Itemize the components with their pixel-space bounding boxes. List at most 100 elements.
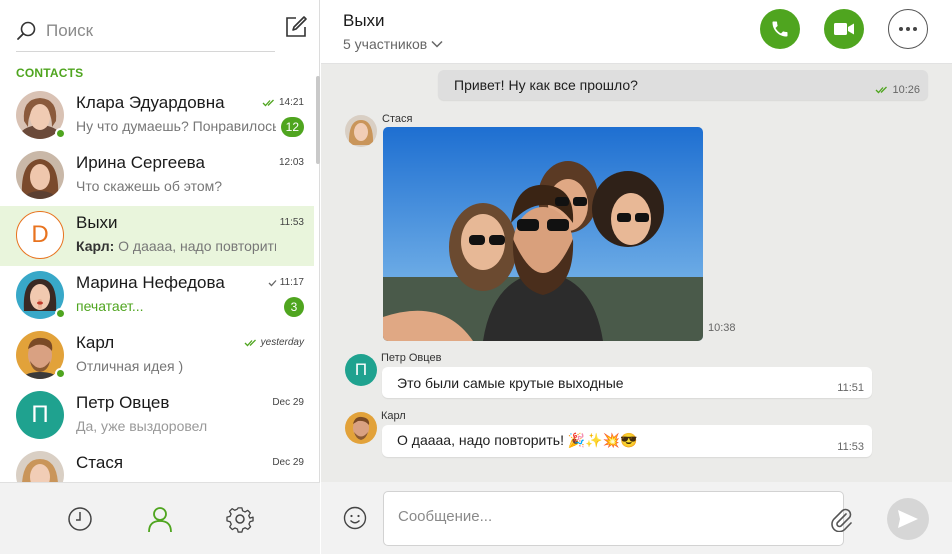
chat-list-sidebar: CONTACTS Клара Эдуардовна 14:21 Ну что д… [0, 0, 320, 554]
message-field [383, 491, 852, 546]
preview-text: О даааа, надо повторить! [118, 238, 276, 254]
chat-time: 12:03 [279, 157, 304, 168]
online-indicator [55, 128, 66, 139]
chat-preview: Что скажешь об этом? [76, 178, 223, 194]
message-input[interactable] [398, 508, 798, 525]
incoming-message: Это были самые крутые выходные 11:51 [382, 367, 872, 398]
more-options-button[interactable] [888, 9, 928, 49]
message-time: 10:38 [708, 322, 736, 334]
unread-badge: 12 [280, 117, 304, 137]
avatar-letter: П [16, 391, 64, 439]
chat-time-text: 12:03 [278, 157, 304, 168]
chat-time-text: yesterday [260, 337, 304, 348]
clock-icon[interactable] [66, 505, 94, 533]
avatar: D [16, 211, 64, 259]
chat-time-text: 14:21 [278, 97, 304, 108]
search-icon [17, 21, 36, 40]
avatar [16, 451, 64, 482]
chat-time-text: 11:53 [279, 217, 304, 228]
chat-header: Выхи 5 участников [321, 0, 952, 64]
video-camera-icon [834, 23, 854, 35]
read-check-icon [244, 339, 256, 346]
chat-name: Клара Эдуардовна [76, 93, 225, 112]
avatar-letter: D [16, 211, 64, 259]
chat-item[interactable]: Стася Dec 29 [0, 446, 314, 482]
message-text: Привет! Ну как все прошло? [454, 77, 638, 93]
avatar [16, 151, 64, 199]
chat-time-text: Dec 29 [272, 397, 304, 408]
message-text: Это были самые крутые выходные [397, 375, 624, 391]
chat-preview: Отличная идея ) [76, 358, 184, 374]
avatar [345, 115, 377, 147]
video-call-button[interactable] [824, 9, 864, 49]
chat-item-active[interactable]: D Выхи 11:53 Карл: О даааа, надо повтори… [0, 206, 314, 266]
chat-time: 11:17 [268, 277, 304, 288]
chat-time-text: Dec 29 [272, 457, 304, 468]
contacts-icon[interactable] [146, 505, 174, 533]
section-label: CONTACTS [16, 66, 84, 80]
chat-preview: Карл: О даааа, надо повторить! [76, 238, 276, 254]
avatar-letter: П [345, 354, 377, 386]
chat-time: 14:21 [262, 97, 304, 108]
phone-icon [772, 21, 788, 37]
chat-name: Выхи [76, 213, 118, 232]
chat-name: Марина Нефедова [76, 273, 225, 292]
message-area[interactable]: Привет! Ну как все прошло? 10:26 Стася 1… [321, 64, 952, 482]
chat-item[interactable]: П Петр Овцев Dec 29 Да, уже выздоровел [0, 386, 314, 446]
bottom-nav [0, 482, 320, 554]
message-composer [321, 482, 952, 554]
avatar [16, 271, 66, 319]
chat-preview-typing: печатает... [76, 298, 144, 314]
chat-item[interactable]: Клара Эдуардовна 14:21 Ну что думаешь? П… [0, 86, 314, 146]
photo-message[interactable] [383, 127, 703, 341]
emoji-icon[interactable] [343, 506, 367, 530]
chat-time: Dec 29 [272, 397, 304, 408]
settings-icon[interactable] [226, 505, 254, 533]
sent-check-icon [268, 279, 277, 286]
chat-title: Выхи [343, 11, 385, 30]
chat-time: Dec 29 [272, 457, 304, 468]
chat-item[interactable]: Ирина Сергеева 12:03 Что скажешь об этом… [0, 146, 314, 206]
voice-call-button[interactable] [760, 9, 800, 49]
paperclip-icon[interactable] [828, 506, 854, 532]
message-sender: Петр Овцев [381, 352, 442, 364]
chat-item[interactable]: Карл yesterday Отличная идея ) [0, 326, 314, 386]
avatar: П [16, 391, 64, 439]
message-sender: Стася [382, 113, 413, 125]
participants-count: 5 участников [343, 36, 428, 52]
sidebar-scrollbar[interactable] [316, 76, 320, 164]
chat-name: Ирина Сергеева [76, 153, 205, 172]
avatar [16, 331, 66, 379]
read-check-icon [876, 86, 888, 94]
chevron-down-icon [431, 40, 443, 48]
message-time: 11:51 [837, 382, 864, 394]
chat-time: 11:53 [280, 217, 304, 228]
chat-item[interactable]: Марина Нефедова 11:17 печатает... 3 [0, 266, 314, 326]
chat-name: Карл [76, 333, 115, 352]
avatar [345, 412, 377, 444]
read-check-icon [262, 99, 274, 106]
message-text: О даааа, надо повторить! 🎉✨💥😎 [397, 432, 638, 448]
search-bar [16, 10, 275, 52]
participants-dropdown[interactable]: 5 участников [343, 36, 443, 52]
send-icon [898, 510, 918, 528]
message-sender: Карл [381, 410, 406, 422]
message-time: 11:53 [837, 441, 864, 453]
preview-sender: Карл: [76, 238, 115, 254]
chat-time: yesterday [244, 337, 304, 348]
message-time: 10:26 [875, 84, 920, 96]
message-time-text: 10:26 [892, 84, 920, 96]
online-indicator [55, 308, 66, 319]
unread-badge: 3 [284, 297, 304, 317]
chat-list: Клара Эдуардовна 14:21 Ну что думаешь? П… [0, 86, 314, 482]
chat-preview: Да, уже выздоровел [76, 418, 208, 434]
more-dots-icon [899, 27, 917, 31]
outgoing-message: Привет! Ну как все прошло? 10:26 [438, 70, 928, 100]
avatar [16, 91, 66, 139]
search-input[interactable] [46, 20, 246, 41]
send-button[interactable] [887, 498, 929, 540]
incoming-message: О даааа, надо повторить! 🎉✨💥😎 11:53 [382, 425, 872, 457]
compose-icon[interactable] [284, 15, 308, 39]
online-indicator [55, 368, 66, 379]
chat-time-text: 11:17 [279, 277, 304, 288]
